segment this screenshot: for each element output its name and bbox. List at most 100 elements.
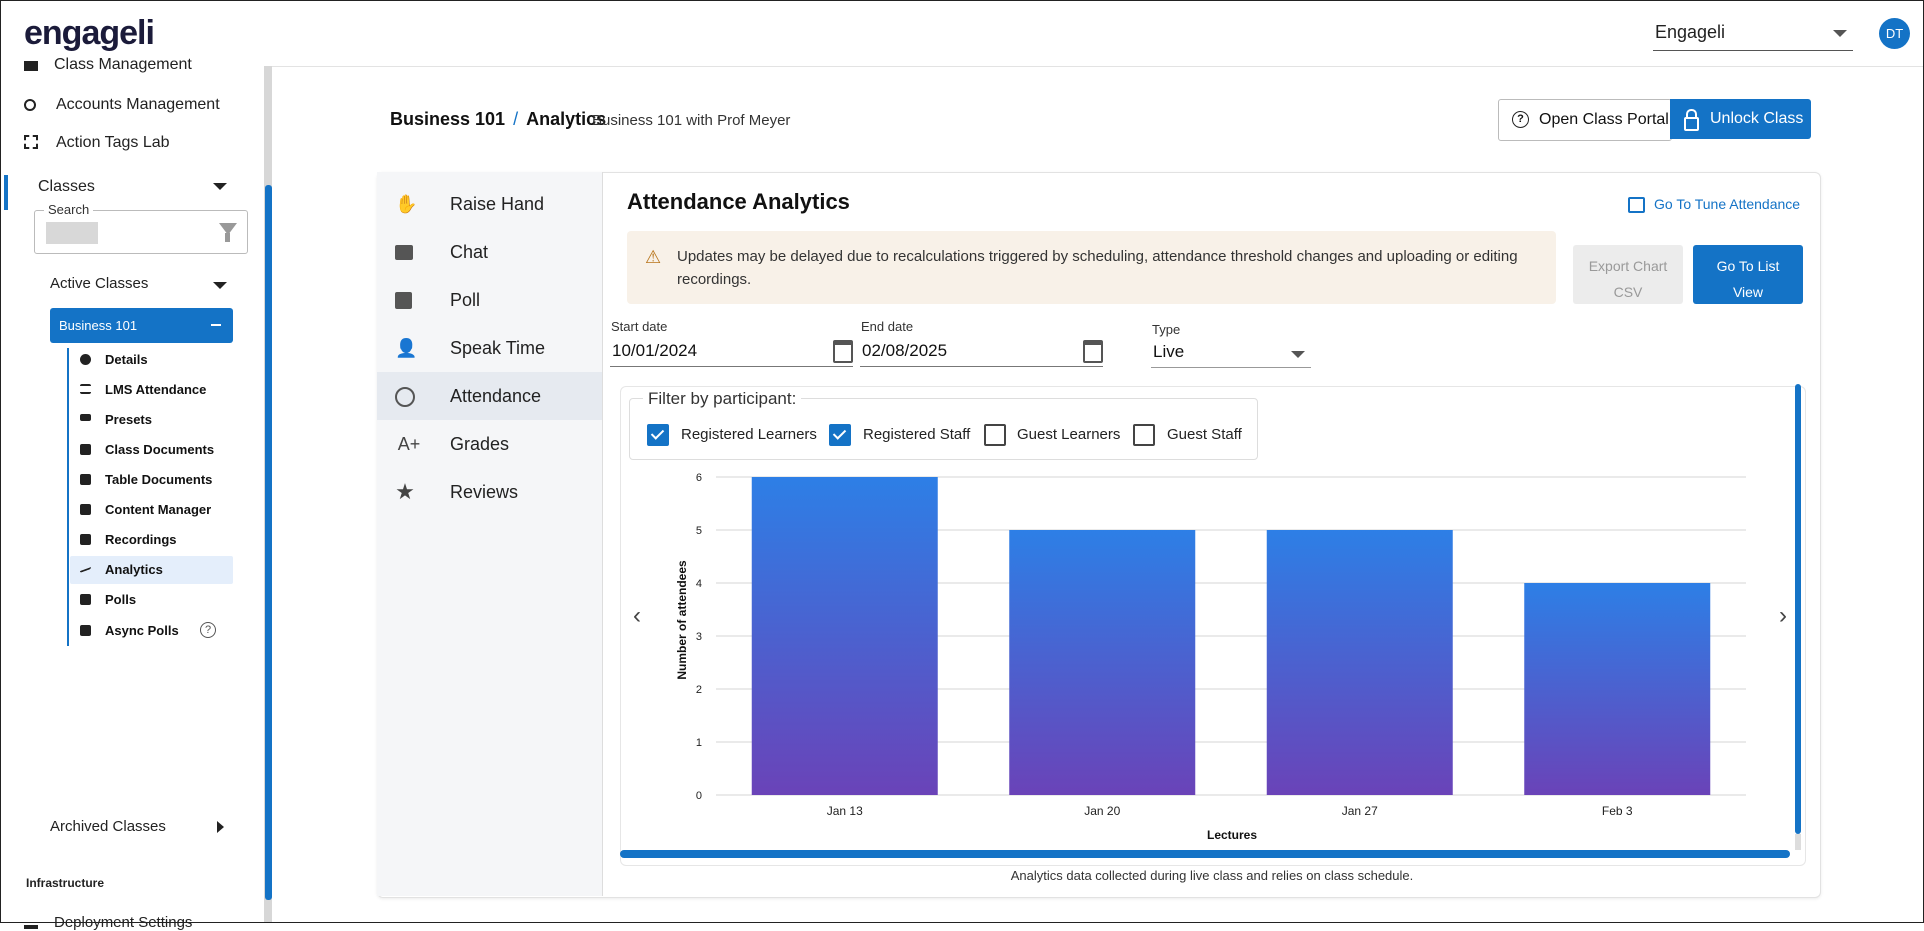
clock-icon bbox=[395, 387, 415, 407]
chart-prev-icon[interactable]: ‹ bbox=[633, 602, 641, 630]
chat-icon bbox=[395, 245, 413, 260]
chart-y-tick-label: 2 bbox=[696, 684, 702, 696]
selected-class-business-101[interactable]: Business 101 bbox=[50, 308, 233, 343]
poll-chart-icon bbox=[395, 292, 412, 309]
chart-y-tick-label: 1 bbox=[696, 737, 702, 749]
unlock-class-button[interactable]: Unlock Class bbox=[1670, 99, 1811, 139]
chart-x-tick-label: Jan 20 bbox=[1084, 804, 1120, 818]
label-registered-staff: Registered Staff bbox=[863, 426, 971, 443]
end-date-label: End date bbox=[861, 319, 914, 334]
nav-poll[interactable]: Poll bbox=[377, 276, 602, 324]
selected-class-label: Business 101 bbox=[59, 318, 138, 333]
nav-reviews[interactable]: ★ Reviews bbox=[377, 468, 602, 516]
checkbox-guest-staff[interactable] bbox=[1133, 424, 1155, 446]
start-date-label: Start date bbox=[611, 319, 668, 334]
breadcrumb-separator: / bbox=[513, 109, 519, 129]
chart-bar[interactable] bbox=[751, 477, 938, 795]
checkbox-registered-learners[interactable] bbox=[647, 424, 669, 446]
chart-horizontal-scrollbar[interactable] bbox=[620, 850, 1790, 858]
sub-item-content-manager[interactable]: Content Manager bbox=[80, 496, 235, 524]
lock-icon bbox=[1684, 117, 1699, 131]
accounts-icon bbox=[24, 99, 36, 111]
label-guest-learners: Guest Learners bbox=[1017, 426, 1121, 443]
caret-right-icon[interactable] bbox=[217, 821, 224, 833]
attendance-title: Attendance Analytics bbox=[627, 189, 850, 214]
nav-chat[interactable]: Chat bbox=[377, 228, 602, 276]
sidebar-item-action-tags-lab[interactable]: Action Tags Lab bbox=[24, 134, 170, 152]
chart-y-tick-label: 0 bbox=[696, 790, 702, 802]
classes-active-indicator bbox=[4, 175, 8, 210]
help-circle-icon: ? bbox=[1512, 111, 1529, 128]
top-bar bbox=[0, 0, 1924, 67]
engageli-logo[interactable]: engageli bbox=[24, 14, 155, 53]
search-label: Search bbox=[44, 202, 94, 217]
chart-vertical-scrollbar[interactable] bbox=[1795, 384, 1801, 834]
calendar-icon[interactable] bbox=[1083, 340, 1103, 363]
caret-down-icon[interactable] bbox=[213, 282, 227, 289]
search-input-value bbox=[46, 222, 98, 244]
chart-bar[interactable] bbox=[1524, 583, 1711, 795]
type-label: Type bbox=[1152, 322, 1181, 337]
chart-vertical-scroll-track[interactable] bbox=[1795, 834, 1801, 850]
chart-bar[interactable] bbox=[1266, 530, 1453, 795]
breadcrumb: Business 101/Analytics bbox=[390, 109, 606, 130]
nav-grades[interactable]: A+ Grades bbox=[377, 420, 602, 468]
help-icon[interactable]: ? bbox=[200, 622, 216, 638]
documents-icon bbox=[80, 444, 91, 455]
list-icon bbox=[80, 384, 91, 394]
gallery-icon bbox=[80, 504, 91, 515]
nav-speak-time[interactable]: 👤 Speak Time bbox=[377, 324, 602, 372]
presets-icon bbox=[80, 414, 91, 421]
calendar-icon[interactable] bbox=[833, 340, 853, 363]
organization-select[interactable]: Engageli bbox=[1653, 18, 1853, 51]
open-class-portal-button[interactable]: ? Open Class Portal bbox=[1498, 99, 1672, 141]
chart-bar[interactable] bbox=[1009, 530, 1196, 795]
active-classes-toggle[interactable]: Active Classes bbox=[50, 275, 148, 292]
sub-item-table-documents[interactable]: Table Documents bbox=[80, 466, 235, 494]
chart-x-axis-label: Lectures bbox=[1207, 828, 1257, 842]
chart-y-axis-label: Number of attendees bbox=[675, 560, 689, 680]
speak-icon: 👤 bbox=[395, 338, 418, 358]
hand-icon: ✋ bbox=[395, 194, 418, 214]
sub-item-recordings[interactable]: Recordings bbox=[80, 526, 235, 554]
sub-item-presets[interactable]: Presets bbox=[80, 406, 235, 434]
poll-icon bbox=[80, 625, 91, 636]
delay-warning: ⚠ Updates may be delayed due to recalcul… bbox=[627, 231, 1556, 304]
nav-attendance[interactable]: Attendance bbox=[377, 372, 602, 420]
participant-filter-legend: Filter by participant: bbox=[643, 389, 802, 409]
checkbox-registered-staff[interactable] bbox=[829, 424, 851, 446]
chevron-down-icon bbox=[1833, 30, 1847, 37]
chart-x-tick-label: Feb 3 bbox=[1602, 804, 1633, 818]
sub-item-async-polls[interactable]: Async Polls ? bbox=[80, 617, 235, 645]
sub-item-polls[interactable]: Polls bbox=[80, 586, 235, 614]
start-date-input[interactable]: 10/01/2024 bbox=[610, 338, 853, 367]
chart-next-icon[interactable]: › bbox=[1779, 602, 1787, 630]
archived-classes-toggle[interactable]: Archived Classes bbox=[50, 818, 166, 835]
sidebar-item-accounts-management[interactable]: Accounts Management bbox=[24, 96, 220, 114]
warning-icon: ⚠ bbox=[645, 247, 662, 267]
sub-item-class-documents[interactable]: Class Documents bbox=[80, 436, 235, 464]
sub-item-lms-attendance[interactable]: LMS Attendance bbox=[80, 376, 235, 404]
login-icon bbox=[1628, 197, 1645, 213]
grades-icon: A+ bbox=[397, 434, 421, 454]
infrastructure-heading: Infrastructure bbox=[26, 876, 105, 890]
breadcrumb-course[interactable]: Business 101 bbox=[390, 109, 505, 129]
export-chart-csv-button[interactable]: Export Chart CSV bbox=[1573, 245, 1683, 304]
end-date-input[interactable]: 02/08/2025 bbox=[860, 338, 1103, 367]
type-select[interactable]: Live bbox=[1151, 339, 1311, 368]
chart-x-tick-label: Jan 13 bbox=[827, 804, 863, 818]
sidebar-item-class-management[interactable]: Class Management bbox=[24, 56, 192, 74]
sub-item-details[interactable]: Details bbox=[80, 346, 235, 374]
caret-down-icon[interactable] bbox=[213, 183, 227, 190]
label-registered-learners: Registered Learners bbox=[681, 426, 817, 443]
nav-raise-hand[interactable]: ✋ Raise Hand bbox=[377, 180, 602, 228]
collapse-icon[interactable] bbox=[211, 324, 221, 326]
checkbox-guest-learners[interactable] bbox=[984, 424, 1006, 446]
classes-section-toggle[interactable]: Classes bbox=[38, 178, 95, 196]
go-to-list-view-button[interactable]: Go To List View bbox=[1693, 245, 1803, 304]
label-guest-staff: Guest Staff bbox=[1167, 426, 1242, 443]
sidebar-scrollbar-thumb[interactable] bbox=[265, 185, 272, 900]
tags-icon bbox=[24, 135, 38, 149]
avatar[interactable]: DT bbox=[1879, 18, 1910, 49]
sub-item-analytics[interactable]: Analytics bbox=[70, 556, 233, 584]
